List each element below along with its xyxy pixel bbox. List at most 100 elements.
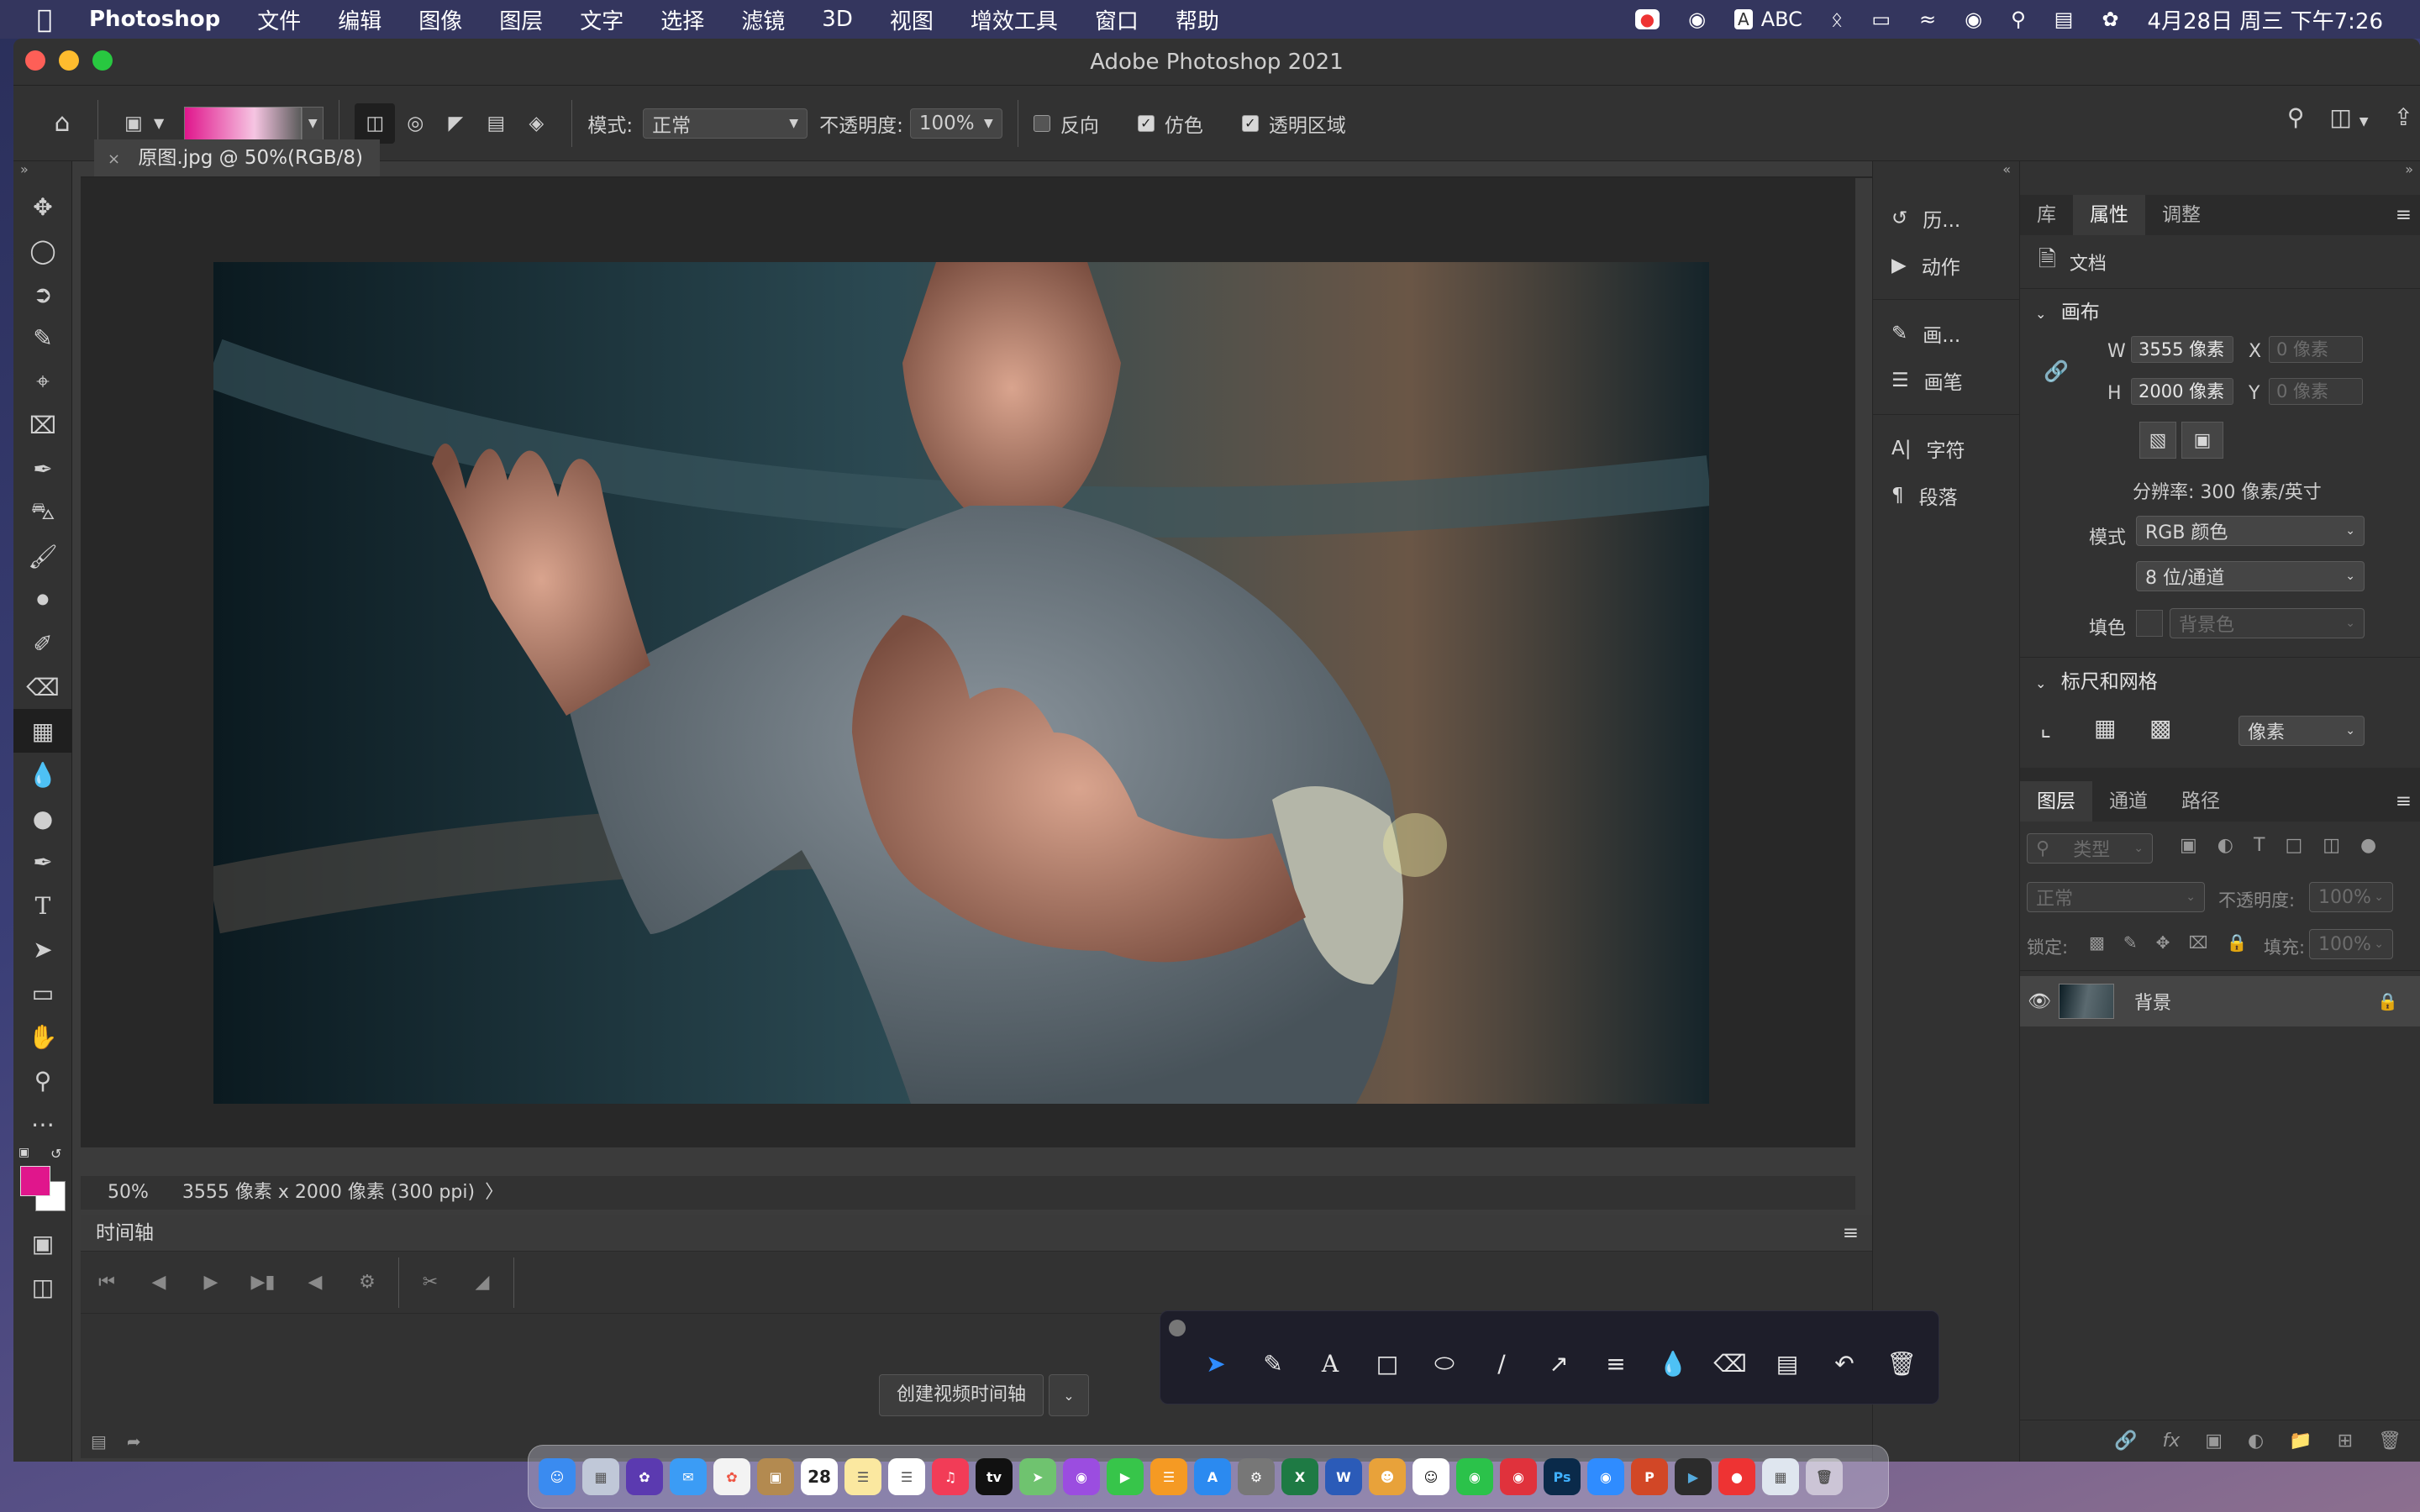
search-icon[interactable]: ⚲ xyxy=(2287,103,2305,131)
clone-stamp-tool-icon[interactable]: ⚫ xyxy=(13,578,72,622)
collapse-panels-icon[interactable]: » xyxy=(2020,161,2420,195)
qq-icon[interactable]: ☺ xyxy=(1413,1458,1449,1495)
hand-tool-icon[interactable]: ✋ xyxy=(13,1015,72,1058)
dither-checkbox[interactable]: ✓ xyxy=(1137,114,1155,132)
app-store-icon[interactable]: A xyxy=(1194,1458,1231,1495)
marquee-tool-icon[interactable]: ◯ xyxy=(13,228,72,272)
paragraph-panel-button[interactable]: ¶ 段落 xyxy=(1873,472,2019,519)
bluetooth-icon[interactable]: ᛟ xyxy=(1831,8,1843,31)
more-tools-icon[interactable]: ⋯ xyxy=(13,1102,72,1146)
filter-toggle-icon[interactable]: ● xyxy=(2360,835,2376,856)
preview-icon[interactable]: ▦ xyxy=(1762,1458,1799,1495)
convert-arrow-icon[interactable]: ➦ xyxy=(127,1431,141,1452)
apple-menu-icon[interactable]:  xyxy=(37,5,67,34)
line-icon[interactable]: ∕ xyxy=(1485,1347,1518,1380)
first-frame-icon[interactable]: ⏮ xyxy=(81,1272,133,1293)
wechat-icon[interactable]: ◉ xyxy=(1456,1458,1493,1495)
x-field[interactable]: 0 像素 xyxy=(2269,336,2363,363)
delete-layer-icon[interactable]: 🗑 xyxy=(2378,1431,2402,1452)
collapse-tools-icon[interactable]: » xyxy=(13,161,71,185)
apple-tv-icon[interactable]: tv xyxy=(976,1458,1013,1495)
screen-mode-icon[interactable]: ◫ xyxy=(13,1265,72,1309)
transparency-checkbox[interactable]: ✓ xyxy=(1241,114,1259,132)
gradient-tool-icon[interactable]: ▦ xyxy=(13,709,72,753)
line-weight-icon[interactable]: ≡ xyxy=(1599,1347,1633,1380)
arrow-icon[interactable]: ↗ xyxy=(1542,1347,1576,1380)
maps-icon[interactable]: ➤ xyxy=(1019,1458,1056,1495)
foreground-color-swatch[interactable] xyxy=(20,1166,50,1196)
menu-window[interactable]: 窗口 xyxy=(1095,4,1139,35)
portrait-orientation-icon[interactable]: ▧ xyxy=(2139,422,2176,459)
fill-select[interactable]: 背景色 ⌄ xyxy=(2170,608,2365,638)
history-panel-button[interactable]: ↺ 历... xyxy=(1873,195,2019,242)
books-icon[interactable]: ☰ xyxy=(1150,1458,1187,1495)
rulers-grids-section-header[interactable]: ⌄ 标尺和网格 xyxy=(2020,665,2158,699)
next-frame-icon[interactable]: ▶▮ xyxy=(237,1272,289,1293)
pixel-grid-icon[interactable]: ▩ xyxy=(2149,714,2171,742)
menu-image[interactable]: 图像 xyxy=(418,4,462,35)
play-icon[interactable]: ▶ xyxy=(185,1272,237,1293)
tab-libraries[interactable]: 库 xyxy=(2020,195,2073,235)
layer-opacity-field[interactable]: 100% ⌄ xyxy=(2309,882,2393,912)
tab-properties[interactable]: 属性 xyxy=(2073,195,2145,235)
adjustment-layer-filter-icon[interactable]: ◐ xyxy=(2217,835,2233,856)
tab-paths[interactable]: 路径 xyxy=(2165,781,2237,822)
canvas-section-header[interactable]: ⌄ 画布 xyxy=(2020,296,2420,329)
blur-tool-icon[interactable]: 💧 xyxy=(13,753,72,796)
radial-gradient-icon[interactable]: ◎ xyxy=(395,103,435,144)
zoom-level[interactable]: 50% xyxy=(108,1176,149,1210)
layer-row[interactable]: 👁 背景 🔒 xyxy=(2020,976,2420,1026)
excel-icon[interactable]: X xyxy=(1281,1458,1318,1495)
menu-filter[interactable]: 滤镜 xyxy=(741,4,785,35)
history-brush-tool-icon[interactable]: ✐ xyxy=(13,622,72,665)
screen-record-icon[interactable]: ● xyxy=(1634,9,1660,29)
height-field[interactable]: 2000 像素 xyxy=(2131,378,2233,405)
toolbar-color-dot[interactable] xyxy=(1169,1320,1186,1336)
actions-panel-button[interactable]: ▶ 动作 xyxy=(1873,242,2019,289)
lock-pixels-icon[interactable]: ✎ xyxy=(2123,932,2138,953)
new-layer-icon[interactable]: ⊞ xyxy=(2338,1431,2353,1452)
trash-icon[interactable]: 🗑 xyxy=(1885,1347,1918,1380)
minimize-window-button[interactable] xyxy=(59,50,79,71)
color-mode-select[interactable]: RGB 颜色 ⌄ xyxy=(2136,516,2365,546)
quick-mask-icon[interactable]: ▣ xyxy=(13,1221,72,1265)
mail-icon[interactable]: ✉ xyxy=(670,1458,707,1495)
angle-gradient-icon[interactable]: ◤ xyxy=(435,103,476,144)
grid-icon[interactable]: ▦ xyxy=(2094,714,2116,742)
eraser-tool-icon[interactable]: ⌫ xyxy=(13,665,72,709)
menu-layer[interactable]: 图层 xyxy=(499,4,543,35)
text-icon[interactable]: A xyxy=(1313,1347,1347,1380)
rectangle-icon[interactable]: □ xyxy=(1370,1347,1404,1380)
reflected-gradient-icon[interactable]: ▤ xyxy=(476,103,516,144)
type-layer-filter-icon[interactable]: T xyxy=(2254,835,2265,856)
dodge-tool-icon[interactable]: ● xyxy=(13,796,72,840)
ellipse-icon[interactable]: ⬭ xyxy=(1428,1347,1461,1380)
system-preferences-icon[interactable]: ⚙ xyxy=(1238,1458,1275,1495)
frame-tool-icon[interactable]: ⌧ xyxy=(13,403,72,447)
layer-fill-field[interactable]: 100% ⌄ xyxy=(2309,929,2393,959)
bit-depth-select[interactable]: 8 位/通道 ⌄ xyxy=(2136,561,2365,591)
close-window-button[interactable] xyxy=(25,50,45,71)
type-tool-icon[interactable]: T xyxy=(13,884,72,927)
tab-layers[interactable]: 图层 xyxy=(2020,781,2092,822)
pixel-layer-filter-icon[interactable]: ▣ xyxy=(2180,835,2197,856)
menu-select[interactable]: 选择 xyxy=(660,4,704,35)
ruler-units-select[interactable]: 像素 ⌄ xyxy=(2238,716,2365,746)
launchpad-icon[interactable]: ▦ xyxy=(582,1458,619,1495)
shape-layer-filter-icon[interactable]: □ xyxy=(2285,835,2302,856)
panel-menu-icon[interactable]: ≡ xyxy=(1843,1215,1859,1252)
notes-app-icon[interactable]: ▣ xyxy=(757,1458,794,1495)
zoom-tool-icon[interactable]: ⚲ xyxy=(13,1058,72,1102)
path-selection-tool-icon[interactable]: ➤ xyxy=(13,927,72,971)
brushes-panel-button[interactable]: ☰ 画笔 xyxy=(1873,357,2019,404)
trash-icon[interactable]: 🗑 xyxy=(1806,1458,1843,1495)
eraser-icon[interactable]: ⌫ xyxy=(1713,1347,1747,1380)
link-layers-icon[interactable]: 🔗 xyxy=(2114,1431,2137,1452)
audio-icon[interactable]: ◀ xyxy=(289,1272,341,1293)
workspace-icon[interactable]: ◫ ▼ xyxy=(2329,103,2368,131)
layer-style-icon[interactable]: fx xyxy=(2162,1431,2180,1452)
smart-object-filter-icon[interactable]: ◫ xyxy=(2323,835,2340,856)
reminders-icon[interactable]: ☰ xyxy=(888,1458,925,1495)
gradient-picker-chevron-icon[interactable]: ▼ xyxy=(302,106,324,140)
siri-icon[interactable]: ✿ xyxy=(2102,8,2118,31)
